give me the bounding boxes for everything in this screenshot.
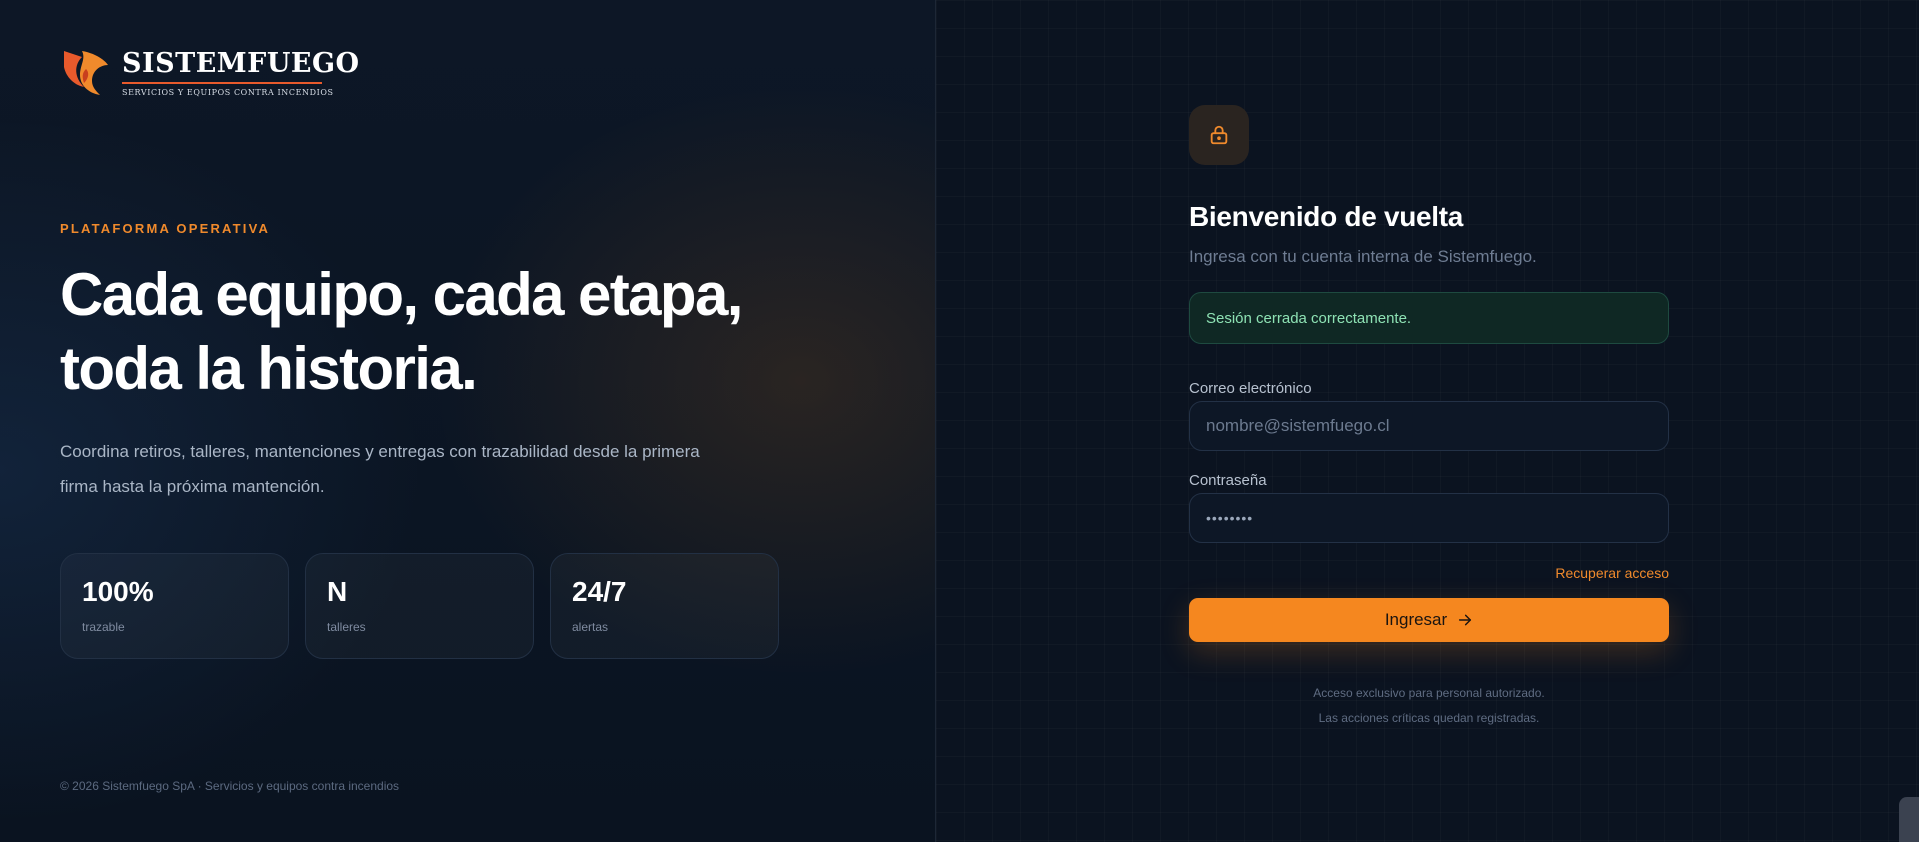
email-field[interactable]	[1189, 401, 1669, 451]
stat-label: alertas	[572, 620, 609, 634]
email-label: Correo electrónico	[1189, 380, 1312, 397]
access-notice: Acceso exclusivo para personal autorizad…	[1189, 681, 1669, 731]
hero-eyebrow: PLATAFORMA OPERATIVA	[60, 221, 271, 236]
lock-badge	[1189, 105, 1249, 165]
lock-icon	[1210, 125, 1228, 145]
floating-corner-widget[interactable]	[1899, 797, 1919, 842]
copyright-footer: © 2026 Sistemfuego SpA · Servicios y equ…	[60, 779, 400, 793]
stat-label: talleres	[327, 620, 366, 634]
stat-value: 24/7	[572, 576, 627, 607]
brand-divider	[122, 82, 322, 84]
stat-card-traceable: 100% trazable	[60, 553, 289, 659]
login-panel: Bienvenido de vuelta Ingresa con tu cuen…	[936, 0, 1919, 842]
login-submit-button[interactable]: Ingresar	[1189, 598, 1669, 642]
login-title: Bienvenido de vuelta	[1189, 201, 1464, 232]
logout-success-alert: Sesión cerrada correctamente.	[1189, 292, 1669, 344]
login-page: SISTEMFUEGO SERVICIOS Y EQUIPOS CONTRA I…	[0, 0, 1919, 842]
stat-value: N	[327, 576, 348, 607]
brand-logo: SISTEMFUEGO SERVICIOS Y EQUIPOS CONTRA I…	[60, 47, 360, 99]
notice-line-1: Acceso exclusivo para personal autorizad…	[1313, 686, 1545, 700]
headline-line-1: Cada equipo, cada etapa,	[60, 261, 743, 328]
hero-subcopy: Coordina retiros, talleres, mantenciones…	[60, 442, 700, 496]
stat-card-alerts: 24/7 alertas	[550, 553, 779, 659]
hero-panel: SISTEMFUEGO SERVICIOS Y EQUIPOS CONTRA I…	[0, 0, 936, 842]
stat-card-workshops: N talleres	[305, 553, 534, 659]
arrow-right-icon	[1459, 614, 1472, 626]
headline-line-2: toda la historia.	[60, 335, 478, 402]
stat-value: 100%	[82, 576, 154, 607]
password-field[interactable]	[1189, 493, 1669, 543]
brand-text: SISTEMFUEGO SERVICIOS Y EQUIPOS CONTRA I…	[122, 49, 360, 97]
recover-access-link[interactable]: Recuperar acceso	[1189, 565, 1669, 581]
stats-row: 100% trazable N talleres 24/7 alertas	[60, 553, 779, 659]
brand-tagline: SERVICIOS Y EQUIPOS CONTRA INCENDIOS	[122, 88, 334, 97]
login-subtitle: Ingresa con tu cuenta interna de Sistemf…	[1189, 247, 1537, 266]
submit-label: Ingresar	[1384, 610, 1448, 629]
password-label: Contraseña	[1189, 472, 1267, 489]
stat-label: trazable	[82, 620, 125, 634]
login-form: Bienvenido de vuelta Ingresa con tu cuen…	[1189, 105, 1669, 731]
flame-shield-icon	[64, 51, 108, 95]
brand-name: SISTEMFUEGO	[122, 48, 360, 79]
hero-headline: Cada equipo, cada etapa, toda la histori…	[60, 258, 820, 406]
notice-line-2: Las acciones críticas quedan registradas…	[1318, 711, 1540, 725]
